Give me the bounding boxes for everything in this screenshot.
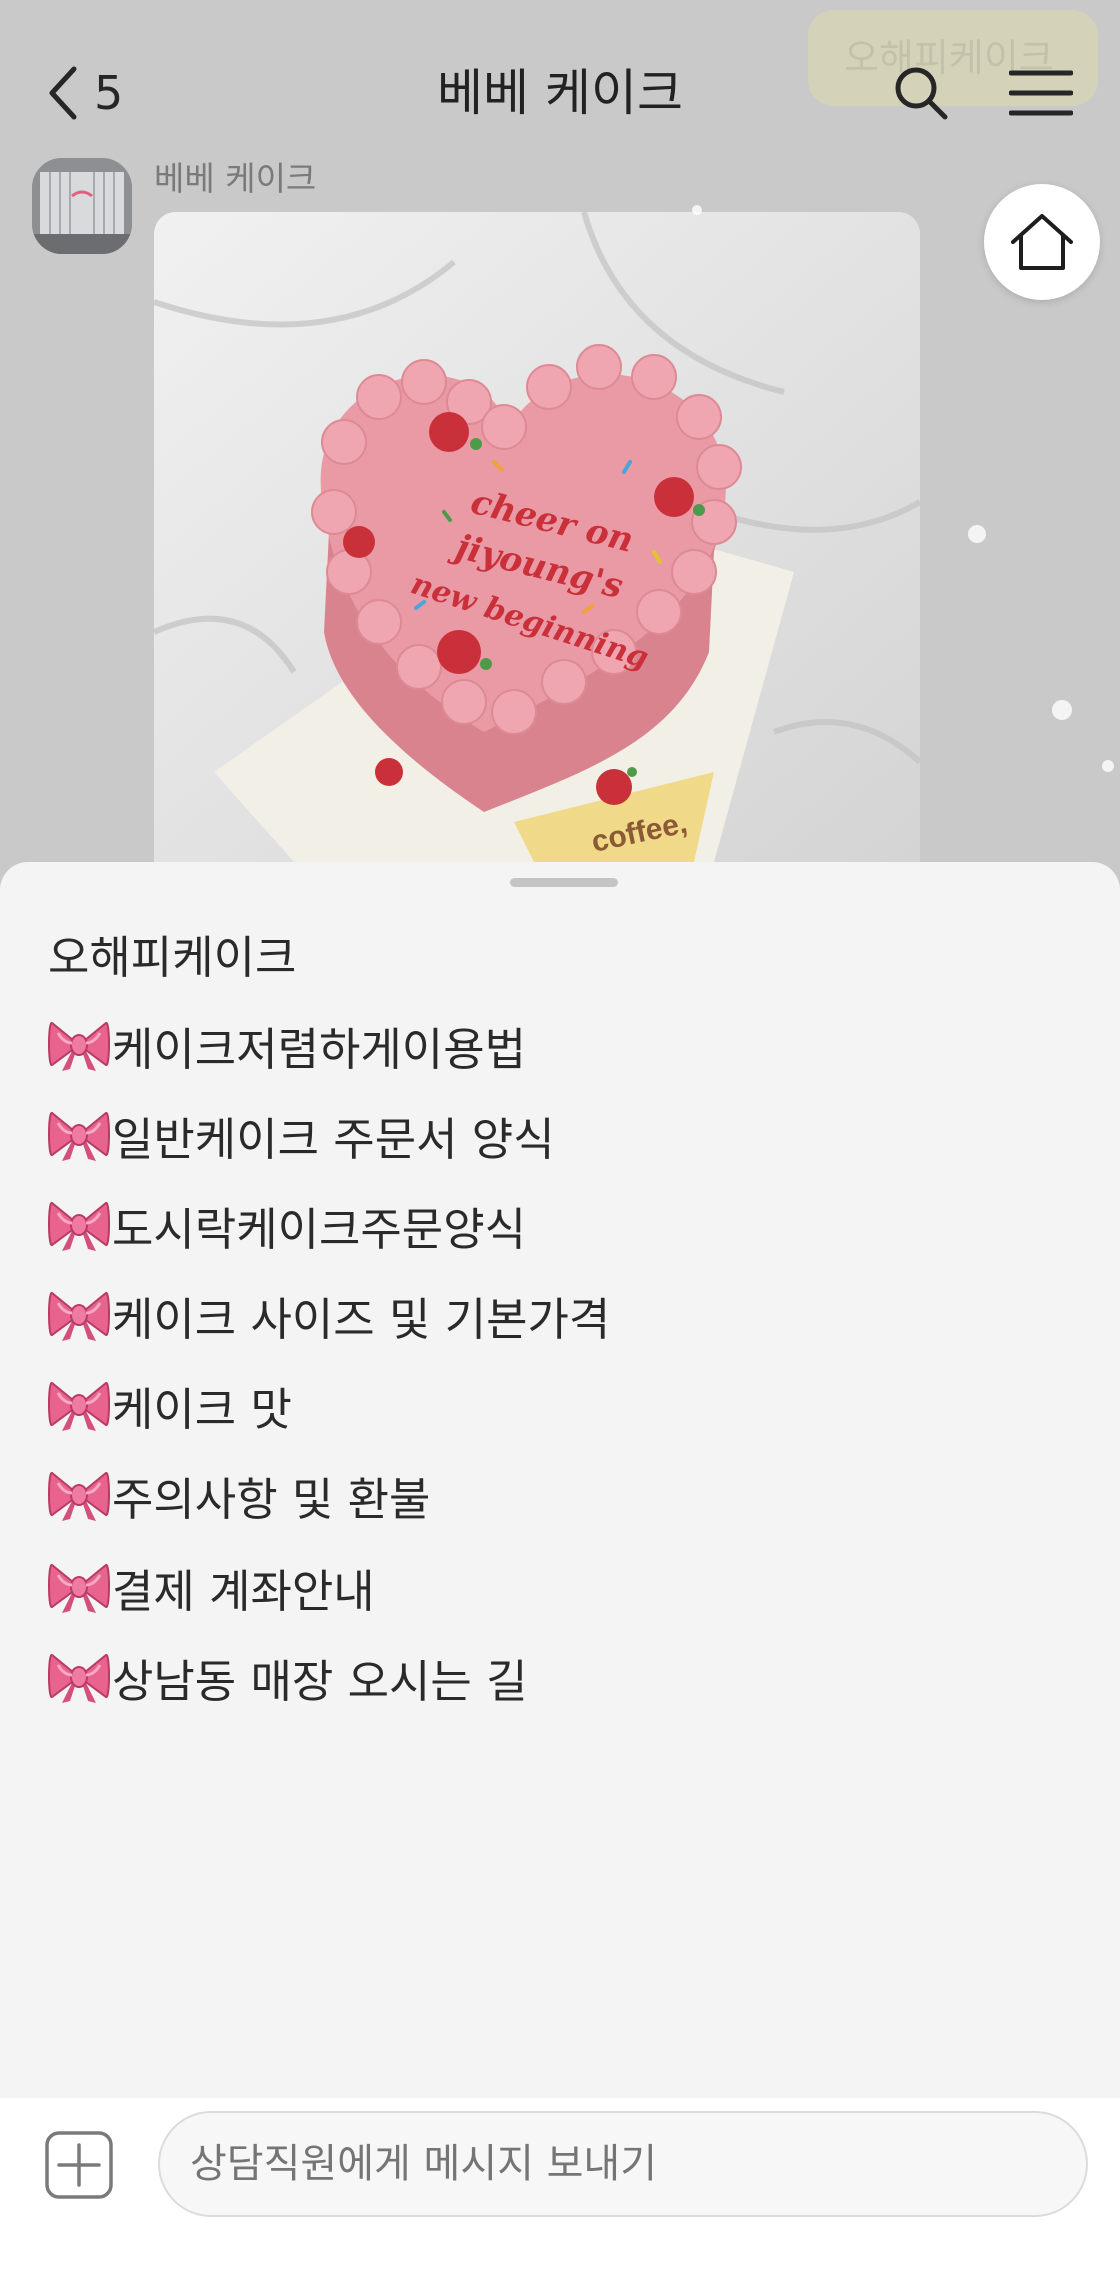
unread-count: 5 [94, 66, 124, 120]
chat-screen: 오해피케이크 5 베베 케이크 베베 케이크 coffee, cheer on … [0, 0, 1120, 2282]
home-icon [1011, 214, 1073, 270]
message-input-bar [0, 2098, 1120, 2282]
ribbon-icon [48, 1377, 110, 1433]
ribbon-icon [48, 1649, 110, 1705]
ribbon-icon [48, 1107, 110, 1163]
search-button[interactable] [886, 58, 956, 128]
quick-reply-label: 주의사항 및 환불 [112, 1472, 431, 1526]
quick-reply-label: 오해피케이크 [48, 930, 297, 984]
storefront-image [32, 158, 132, 254]
chevron-left-icon [49, 66, 77, 120]
sender-name: 베베 케이크 [154, 159, 317, 198]
quick-reply-item[interactable]: 오해피케이크 [48, 908, 296, 998]
quick-reply-label: 케이크 사이즈 및 기본가격 [112, 1292, 611, 1346]
menu-button[interactable] [1006, 58, 1076, 128]
quick-reply-item[interactable]: 상남동 매장 오시는 길 [48, 1632, 528, 1722]
heart-cake-image: coffee, cheer on jiyoung's new beginning [154, 212, 920, 862]
quick-reply-label: 케이크 맛 [112, 1382, 292, 1436]
quick-reply-item[interactable]: 결제 계좌안내 [48, 1542, 375, 1632]
quick-reply-item[interactable]: 케이크저렴하게이용법 [48, 1000, 526, 1090]
quick-reply-label: 도시락케이크주문양식 [112, 1202, 527, 1256]
quick-reply-item[interactable]: 도시락케이크주문양식 [48, 1180, 526, 1270]
quick-reply-item[interactable]: 케이크 맛 [48, 1360, 292, 1450]
ribbon-icon [48, 1287, 110, 1343]
quick-reply-label: 일반케이크 주문서 양식 [112, 1112, 555, 1166]
quick-reply-sheet: 오해피케이크케이크저렴하게이용법일반케이크 주문서 양식도시락케이크주문양식케이… [0, 862, 1120, 2098]
search-icon [895, 67, 948, 120]
quick-reply-item[interactable]: 주의사항 및 환불 [48, 1450, 430, 1540]
sheet-drag-handle[interactable] [510, 878, 618, 887]
quick-reply-label: 케이크저렴하게이용법 [112, 1022, 527, 1076]
cake-photo[interactable]: coffee, cheer on jiyoung's new beginning [154, 212, 920, 862]
ribbon-icon [48, 1467, 110, 1523]
sparkle-decoration [968, 525, 986, 543]
sparkle-decoration [692, 205, 702, 215]
sender-avatar[interactable] [32, 158, 132, 254]
hamburger-menu-icon [1009, 70, 1073, 116]
quick-reply-label: 결제 계좌안내 [112, 1564, 375, 1618]
ribbon-icon [48, 1197, 110, 1253]
plus-icon[interactable] [44, 2130, 114, 2200]
sparkle-decoration [1102, 760, 1114, 772]
ribbon-icon [48, 1559, 110, 1615]
sparkle-decoration [1052, 700, 1072, 720]
quick-reply-label: 상남동 매장 오시는 길 [112, 1654, 528, 1708]
message-input[interactable] [158, 2111, 1088, 2217]
quick-reply-item[interactable]: 일반케이크 주문서 양식 [48, 1090, 555, 1180]
chat-header: 오해피케이크 5 베베 케이크 [0, 0, 1120, 150]
home-button[interactable] [984, 184, 1100, 300]
back-button[interactable]: 5 [44, 58, 123, 128]
ribbon-icon [48, 1017, 110, 1073]
quick-reply-item[interactable]: 케이크 사이즈 및 기본가격 [48, 1270, 610, 1360]
